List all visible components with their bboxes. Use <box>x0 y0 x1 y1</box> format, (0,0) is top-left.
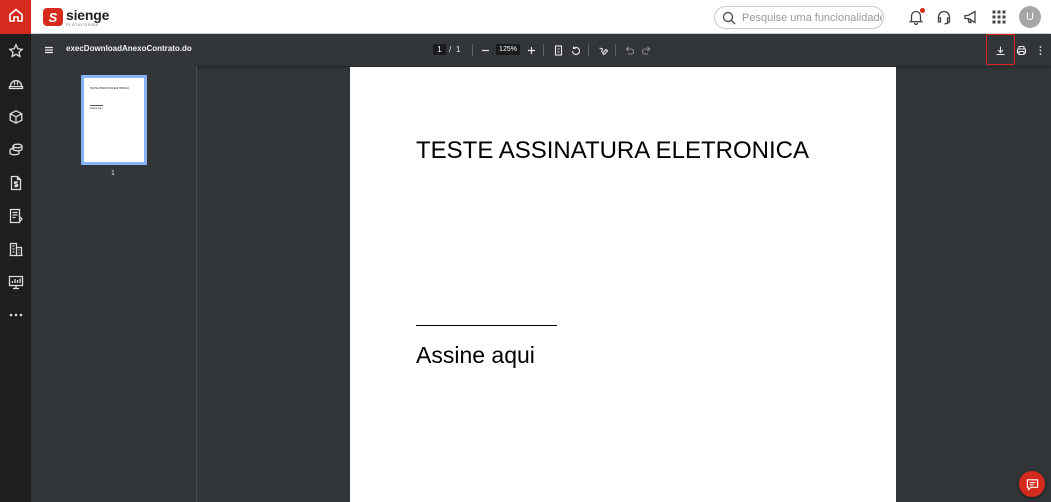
apps-grid-icon <box>992 10 1006 24</box>
report-icon <box>9 208 23 223</box>
feature-search[interactable] <box>714 6 884 29</box>
sidebar-item-favorites[interactable] <box>6 41 25 60</box>
notification-badge <box>920 8 925 13</box>
toolbar-divider <box>588 44 589 56</box>
toolbar-divider <box>615 44 616 56</box>
top-header: S sienge PLATAFORMA U <box>31 0 1051 34</box>
print-button[interactable] <box>1014 43 1028 57</box>
plus-icon <box>527 46 535 54</box>
annotate-button[interactable] <box>596 43 610 57</box>
toolbar-divider <box>472 44 473 56</box>
page-total: 1 <box>456 45 461 54</box>
sidebar-item-finance[interactable] <box>6 140 25 159</box>
star-icon <box>7 42 24 58</box>
rotate-button[interactable] <box>568 43 582 57</box>
zoom-in-button[interactable] <box>524 43 538 57</box>
notifications-button[interactable] <box>907 8 925 26</box>
logo-subtitle: PLATAFORMA <box>66 21 99 27</box>
box-icon <box>9 109 22 124</box>
announcements-button[interactable] <box>962 8 980 26</box>
search-input[interactable] <box>742 11 882 24</box>
rotate-icon <box>571 46 580 55</box>
sidebar-toggle-button[interactable] <box>42 43 56 57</box>
printer-icon <box>1016 45 1026 55</box>
page-number-input[interactable]: 1 <box>433 44 446 55</box>
pdf-file-name: execDownloadAnexoContrato.do <box>66 44 192 53</box>
search-icon <box>722 11 736 24</box>
redo-button[interactable] <box>639 43 653 57</box>
sidebar-item-dashboards[interactable] <box>6 272 25 291</box>
fit-page-icon <box>554 44 562 56</box>
monitor-chart-icon <box>8 275 23 289</box>
pdf-page: TESTE ASSINATURA ELETRONICA Assine aqui <box>350 67 896 502</box>
download-button[interactable] <box>993 43 1007 57</box>
thumbnail-page-number: 1 <box>111 170 115 177</box>
thumbnail-signature-label: Assine aqui <box>90 107 103 110</box>
signature-label: Assine aqui <box>416 342 535 368</box>
hamburger-menu-icon <box>45 46 53 54</box>
sidebar-item-properties[interactable] <box>6 239 25 258</box>
sidebar-item-supplies[interactable] <box>6 107 25 126</box>
more-options-button[interactable] <box>1033 43 1047 57</box>
zoom-out-button[interactable] <box>478 43 492 57</box>
support-button[interactable] <box>935 8 953 26</box>
download-icon <box>996 46 1004 55</box>
sidebar-item-engineering[interactable] <box>6 74 25 93</box>
document-title: TESTE ASSINATURA ELETRONICA <box>416 137 809 164</box>
sidebar-item-home[interactable] <box>0 0 31 34</box>
sidebar-item-reports[interactable] <box>6 206 25 225</box>
megaphone-icon <box>964 10 976 24</box>
sienge-logo-mark-icon: S <box>43 8 63 26</box>
page-separator: / <box>449 45 452 54</box>
apps-menu-button[interactable] <box>990 8 1008 26</box>
logo-name: sienge <box>66 6 110 23</box>
chat-icon <box>1026 478 1038 491</box>
fit-to-page-button[interactable] <box>551 43 565 57</box>
minus-icon <box>481 49 489 51</box>
redo-icon <box>641 46 650 55</box>
user-avatar[interactable]: U <box>1019 6 1041 28</box>
thumbnail-title: TESTE ASSINATURA ELETRONICA <box>90 87 130 90</box>
undo-button[interactable] <box>622 43 636 57</box>
sidebar-item-more[interactable] <box>6 305 25 324</box>
thumbnail-signature-line <box>90 105 103 106</box>
sidebar <box>0 0 31 502</box>
signature-line <box>416 325 557 326</box>
sidebar-item-commercial[interactable] <box>6 173 25 192</box>
toolbar-divider <box>543 44 544 56</box>
home-icon <box>8 7 24 28</box>
coins-icon <box>8 143 23 155</box>
thumbnail-panel: TESTE ASSINATURA ELETRONICA Assine aqui … <box>31 66 197 502</box>
more-vertical-icon <box>1039 45 1041 55</box>
helmet-icon <box>8 79 23 89</box>
sienge-logo[interactable]: S sienge PLATAFORMA <box>43 6 109 28</box>
zoom-level-input[interactable]: 125% <box>496 44 520 55</box>
building-icon <box>9 242 22 256</box>
document-money-icon <box>10 175 21 190</box>
pen-icon <box>598 46 608 55</box>
chat-button[interactable] <box>1019 471 1045 497</box>
undo-icon <box>625 46 634 55</box>
pdf-toolbar: execDownloadAnexoContrato.do 1 / 1 125% <box>31 34 1051 66</box>
more-icon <box>9 313 22 316</box>
headset-icon <box>937 10 951 25</box>
page-thumbnail[interactable]: TESTE ASSINATURA ELETRONICA Assine aqui <box>81 75 147 165</box>
